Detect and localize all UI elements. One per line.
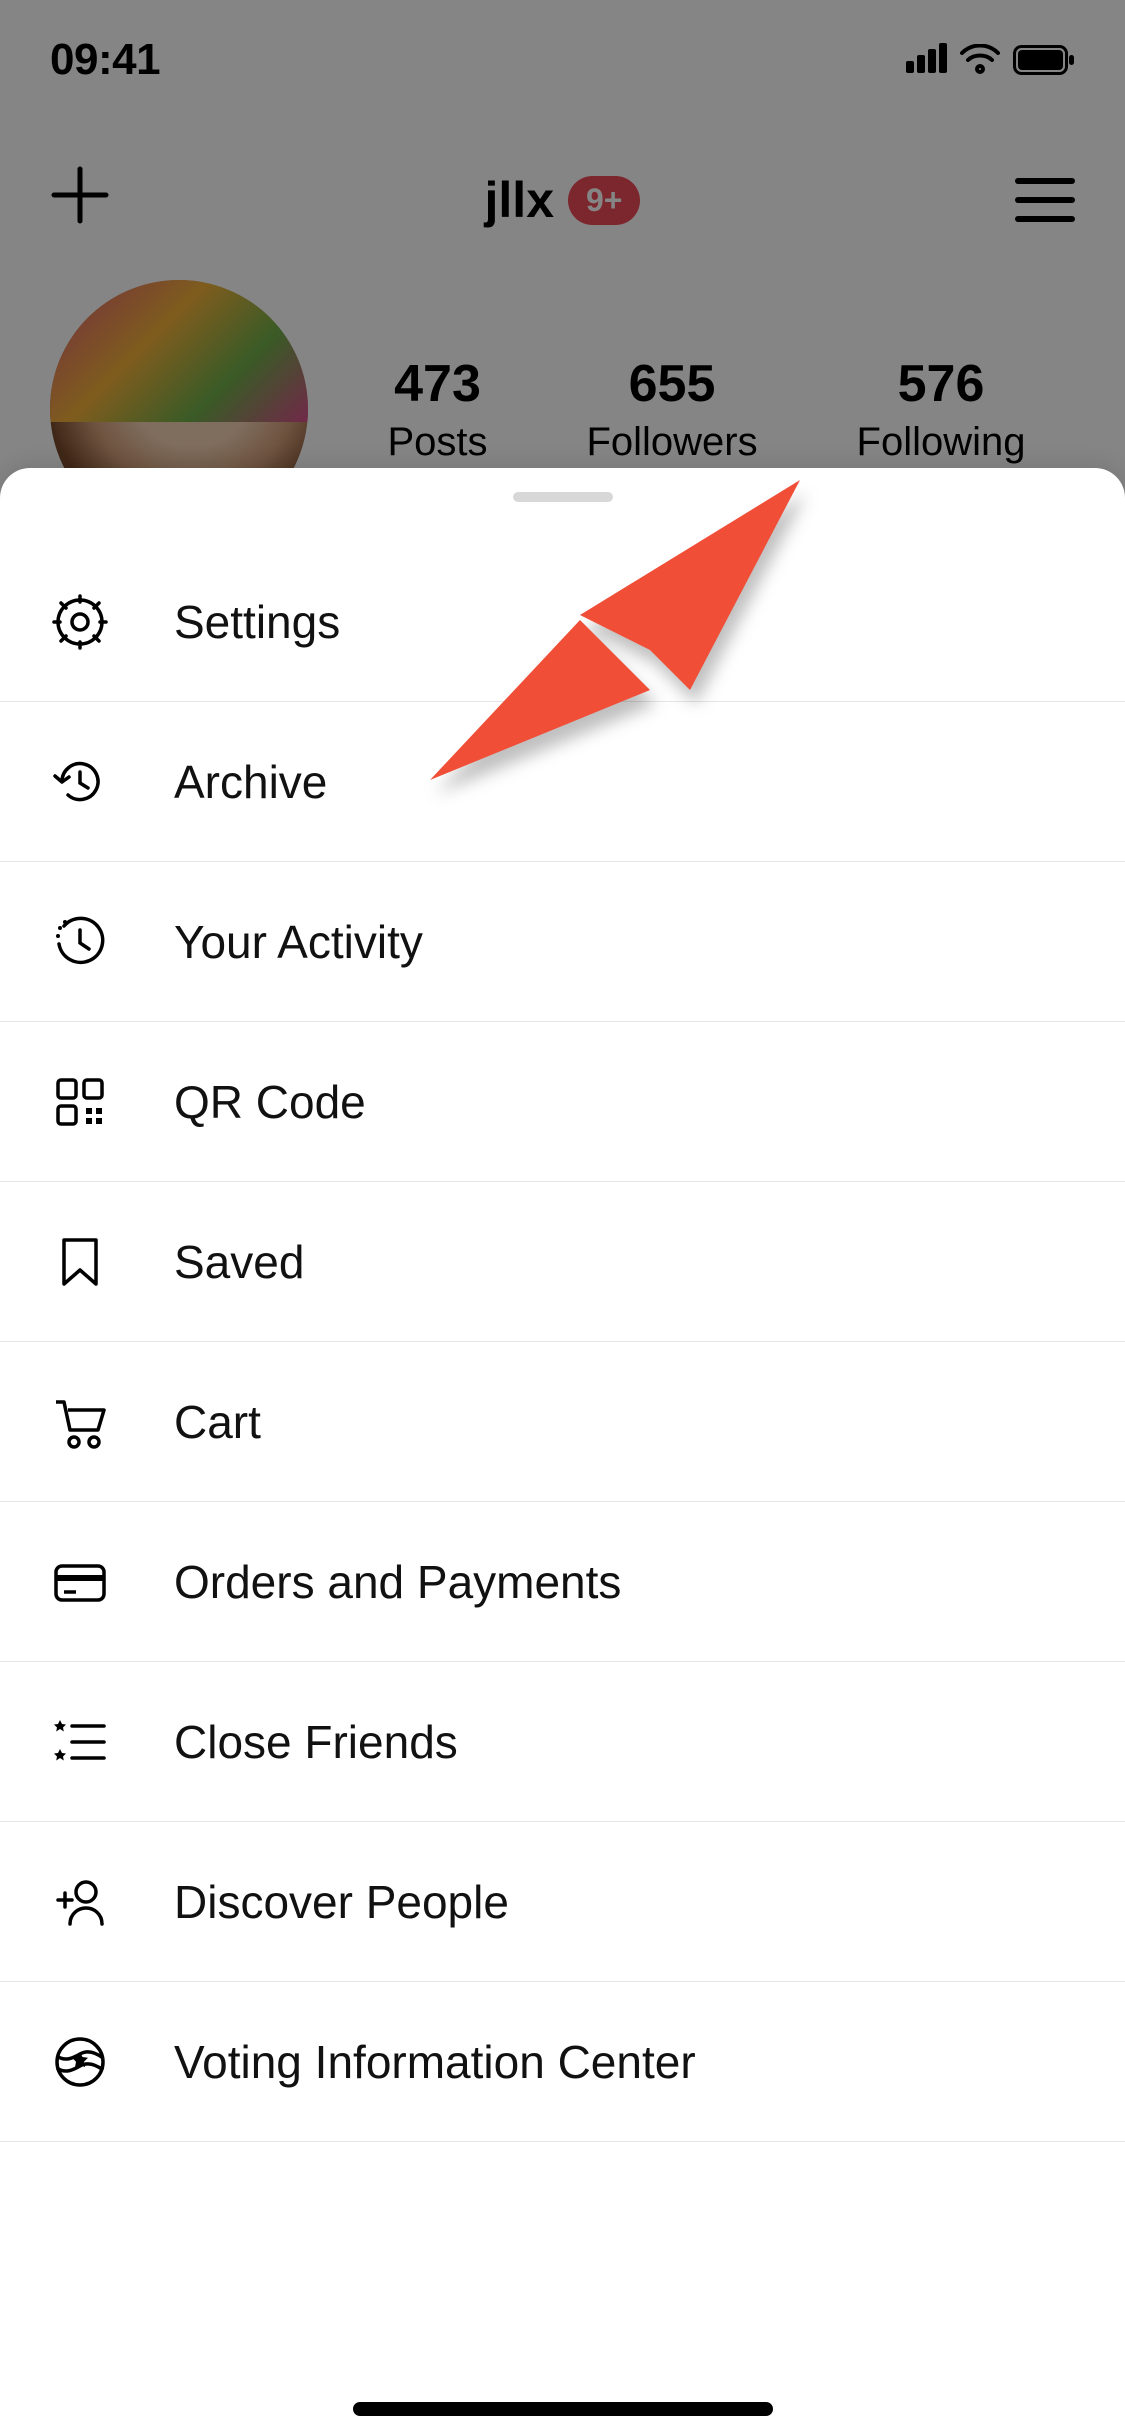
menu-label: Your Activity [174,915,423,969]
menu-label: Voting Information Center [174,2035,696,2089]
cart-icon [44,1386,116,1458]
menu-item-settings[interactable]: Settings [0,542,1125,702]
menu-label: Archive [174,755,327,809]
menu-item-voting-info[interactable]: Voting Information Center [0,1982,1125,2142]
clock-back-icon [44,746,116,818]
menu-label: Discover People [174,1875,509,1929]
add-person-icon [44,1866,116,1938]
menu-item-discover-people[interactable]: Discover People [0,1822,1125,1982]
menu-label: QR Code [174,1075,366,1129]
menu-label: Orders and Payments [174,1555,621,1609]
menu-item-close-friends[interactable]: Close Friends [0,1662,1125,1822]
sheet-grabber[interactable] [513,492,613,502]
menu-item-qr-code[interactable]: QR Code [0,1022,1125,1182]
activity-icon [44,906,116,978]
menu-item-saved[interactable]: Saved [0,1182,1125,1342]
menu-label: Close Friends [174,1715,458,1769]
options-menu: Settings Archive Your Activity QR Code [0,542,1125,2142]
menu-label: Saved [174,1235,304,1289]
home-indicator[interactable] [353,2402,773,2416]
options-sheet: Settings Archive Your Activity QR Code [0,468,1125,2436]
qr-icon [44,1066,116,1138]
vote-badge-icon [44,2026,116,2098]
menu-item-archive[interactable]: Archive [0,702,1125,862]
gear-icon [44,586,116,658]
bookmark-icon [44,1226,116,1298]
card-icon [44,1546,116,1618]
star-list-icon [44,1706,116,1778]
menu-item-your-activity[interactable]: Your Activity [0,862,1125,1022]
menu-item-cart[interactable]: Cart [0,1342,1125,1502]
menu-label: Cart [174,1395,261,1449]
menu-label: Settings [174,595,340,649]
menu-item-orders-payments[interactable]: Orders and Payments [0,1502,1125,1662]
